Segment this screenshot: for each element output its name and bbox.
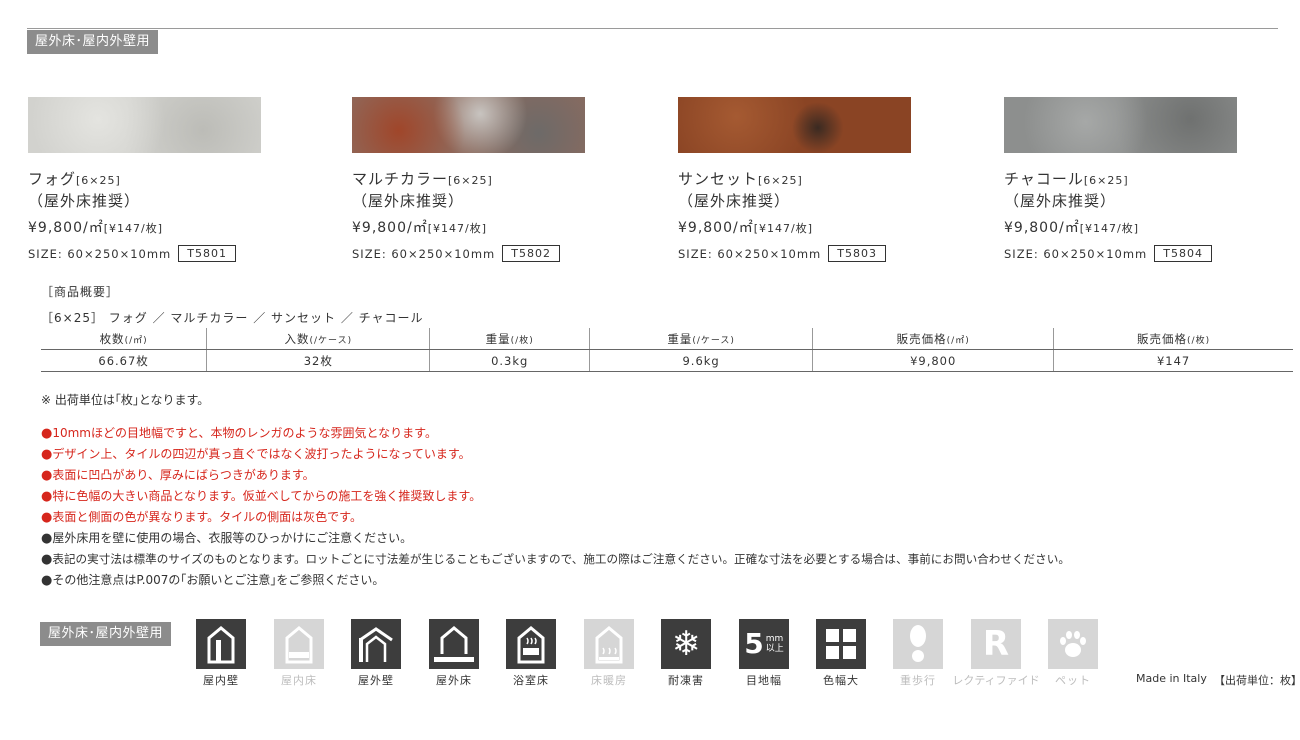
- spec-header: 枚数(/㎡): [41, 328, 207, 350]
- usage-tag: 屋外床･屋内外壁用: [40, 622, 172, 646]
- product-dim: [6×25]: [448, 174, 493, 187]
- top-divider: [27, 28, 1278, 29]
- icon-label: 屋外床: [436, 674, 472, 687]
- overview-title: ［商品概要］: [41, 285, 120, 299]
- spec-header: 重量(/ケース): [589, 328, 813, 350]
- product-code: T5801: [178, 245, 236, 262]
- icon-label: ペット: [1055, 674, 1091, 687]
- icon-label: レクティファイド: [952, 674, 1040, 687]
- caution-item: ●デザイン上、タイルの四辺が真っ直ぐではなく波打ったようになっています。: [41, 447, 471, 462]
- caution-item: ●その他注意点はP.007の｢お願いとご注意｣をご参照ください。: [41, 573, 385, 588]
- caution-item: ●特に色幅の大きい商品となります。仮並べしてからの施工を強く推奨致します。: [41, 489, 482, 504]
- spec-value: 66.67枚: [41, 349, 207, 372]
- product-price: ¥9,800/㎡: [1004, 220, 1080, 236]
- product-price: ¥9,800/㎡: [678, 220, 754, 236]
- snowflake-icon: ❄: [661, 619, 711, 669]
- outdoor-wall-icon: [351, 619, 401, 669]
- product-card: チャコール[6×25] （屋外床推奨） ¥9,800/㎡[¥147/枚] SIZ…: [1004, 97, 1300, 262]
- spec-header: 販売価格(/枚): [1053, 328, 1293, 350]
- outdoor-floor-icon: [429, 619, 479, 669]
- spec-header: 重量(/枚): [429, 328, 590, 350]
- spec-header: 入数(/ケース): [206, 328, 430, 350]
- icon-label: 屋内壁: [203, 674, 239, 687]
- product-code: T5804: [1154, 245, 1212, 262]
- footprint-icon: [893, 619, 943, 669]
- icon-label: 色幅大: [823, 674, 859, 687]
- category-tag: 屋外床･屋内外壁用: [27, 30, 159, 54]
- tile-swatch-sunset: [678, 97, 911, 153]
- product-note: （屋外床推奨）: [1004, 192, 1117, 210]
- spec-value: ¥9,800: [812, 349, 1054, 372]
- pet-paw-icon: [1048, 619, 1098, 669]
- product-price: ¥9,800/㎡: [28, 220, 104, 236]
- product-name: チャコール: [1004, 170, 1084, 188]
- product-card: マルチカラー[6×25] （屋外床推奨） ¥9,800/㎡[¥147/枚] SI…: [352, 97, 652, 262]
- color-variation-icon: [816, 619, 866, 669]
- joint-width-icon: 5 mm 以上: [739, 619, 789, 669]
- spec-value: 9.6kg: [589, 349, 813, 372]
- icon-label: 浴室床: [513, 674, 549, 687]
- tile-swatch-fog: [28, 97, 261, 153]
- icon-label: 屋内床: [281, 674, 317, 687]
- product-dim: [6×25]: [1083, 174, 1129, 187]
- product-price-piece: [¥147/枚]: [103, 222, 163, 235]
- rectified-icon: R: [971, 619, 1021, 669]
- icon-label: 床暖房: [591, 674, 627, 687]
- product-dim: [6×25]: [758, 174, 803, 187]
- icon-label: 屋外壁: [358, 674, 394, 687]
- product-code: T5802: [502, 245, 560, 262]
- product-price-piece: [¥147/枚]: [753, 222, 813, 235]
- spec-value: ¥147: [1053, 349, 1293, 372]
- spec-value: 0.3kg: [429, 349, 590, 372]
- spec-value: 32枚: [206, 349, 430, 372]
- tile-swatch-multicolor: [352, 97, 585, 153]
- spec-header: 販売価格(/㎡): [812, 328, 1054, 350]
- product-price: ¥9,800/㎡: [352, 220, 428, 236]
- floor-heating-icon: [584, 619, 634, 669]
- product-price-piece: [¥147/枚]: [427, 222, 487, 235]
- caution-item: ●表面に凹凸があり、厚みにばらつきがあります。: [41, 468, 315, 483]
- icon-label: 目地幅: [746, 674, 782, 687]
- product-note: （屋外床推奨）: [28, 192, 141, 210]
- indoor-floor-icon: [274, 619, 324, 669]
- product-card: サンセット[6×25] （屋外床推奨） ¥9,800/㎡[¥147/枚] SIZ…: [678, 97, 978, 262]
- icon-label: 耐凍害: [668, 674, 704, 687]
- product-size: SIZE: 60×250×10mm: [1004, 246, 1148, 261]
- caution-list: ●10mmほどの目地幅ですと、本物のレンガのような雰囲気となります。 ●デザイン…: [41, 423, 1070, 591]
- shipping-unit-label: 【出荷単位：枚】: [1214, 674, 1300, 687]
- caution-item: ●表面と側面の色が異なります。タイルの側面は灰色です。: [41, 510, 362, 525]
- caution-item: ●10mmほどの目地幅ですと、本物のレンガのような雰囲気となります。: [41, 426, 437, 441]
- product-note: （屋外床推奨）: [352, 192, 465, 210]
- product-size: SIZE: 60×250×10mm: [352, 246, 496, 261]
- spec-value-row: 66.67枚 32枚 0.3kg 9.6kg ¥9,800 ¥147: [41, 349, 1293, 372]
- product-name: サンセット: [678, 170, 759, 188]
- product-dim: [6×25]: [76, 174, 121, 187]
- product-card: フォグ[6×25] （屋外床推奨） ¥9,800/㎡[¥147/枚] SIZE:…: [28, 97, 328, 262]
- tile-swatch-charcoal: [1004, 97, 1237, 153]
- product-name: マルチカラー: [352, 170, 449, 188]
- product-name: フォグ: [28, 170, 77, 188]
- product-note: （屋外床推奨）: [678, 192, 791, 210]
- indoor-wall-icon: [196, 619, 246, 669]
- bath-floor-icon: [506, 619, 556, 669]
- product-price-piece: [¥147/枚]: [1079, 222, 1139, 235]
- caution-item: ●表記の実寸法は標準のサイズのものとなります。ロットごとに寸法差が生じることもご…: [41, 552, 1070, 567]
- origin-label: Made in Italy: [1136, 672, 1207, 685]
- caution-item: ●屋外床用を壁に使用の場合、衣服等のひっかけにご注意ください。: [41, 531, 413, 546]
- product-size: SIZE: 60×250×10mm: [678, 246, 822, 261]
- spec-table: 枚数(/㎡) 入数(/ケース) 重量(/枚) 重量(/ケース) 販売価格(/㎡)…: [41, 328, 1293, 372]
- product-code: T5803: [828, 245, 886, 262]
- product-size: SIZE: 60×250×10mm: [28, 246, 172, 261]
- shipping-note: ※ 出荷単位は｢枚｣となります。: [41, 393, 210, 407]
- spec-header-row: 枚数(/㎡) 入数(/ケース) 重量(/枚) 重量(/ケース) 販売価格(/㎡)…: [41, 328, 1293, 350]
- overview-subtitle: ［6×25］ フォグ ／ マルチカラー ／ サンセット ／ チャコール: [41, 311, 424, 325]
- icon-label: 重歩行: [900, 674, 936, 687]
